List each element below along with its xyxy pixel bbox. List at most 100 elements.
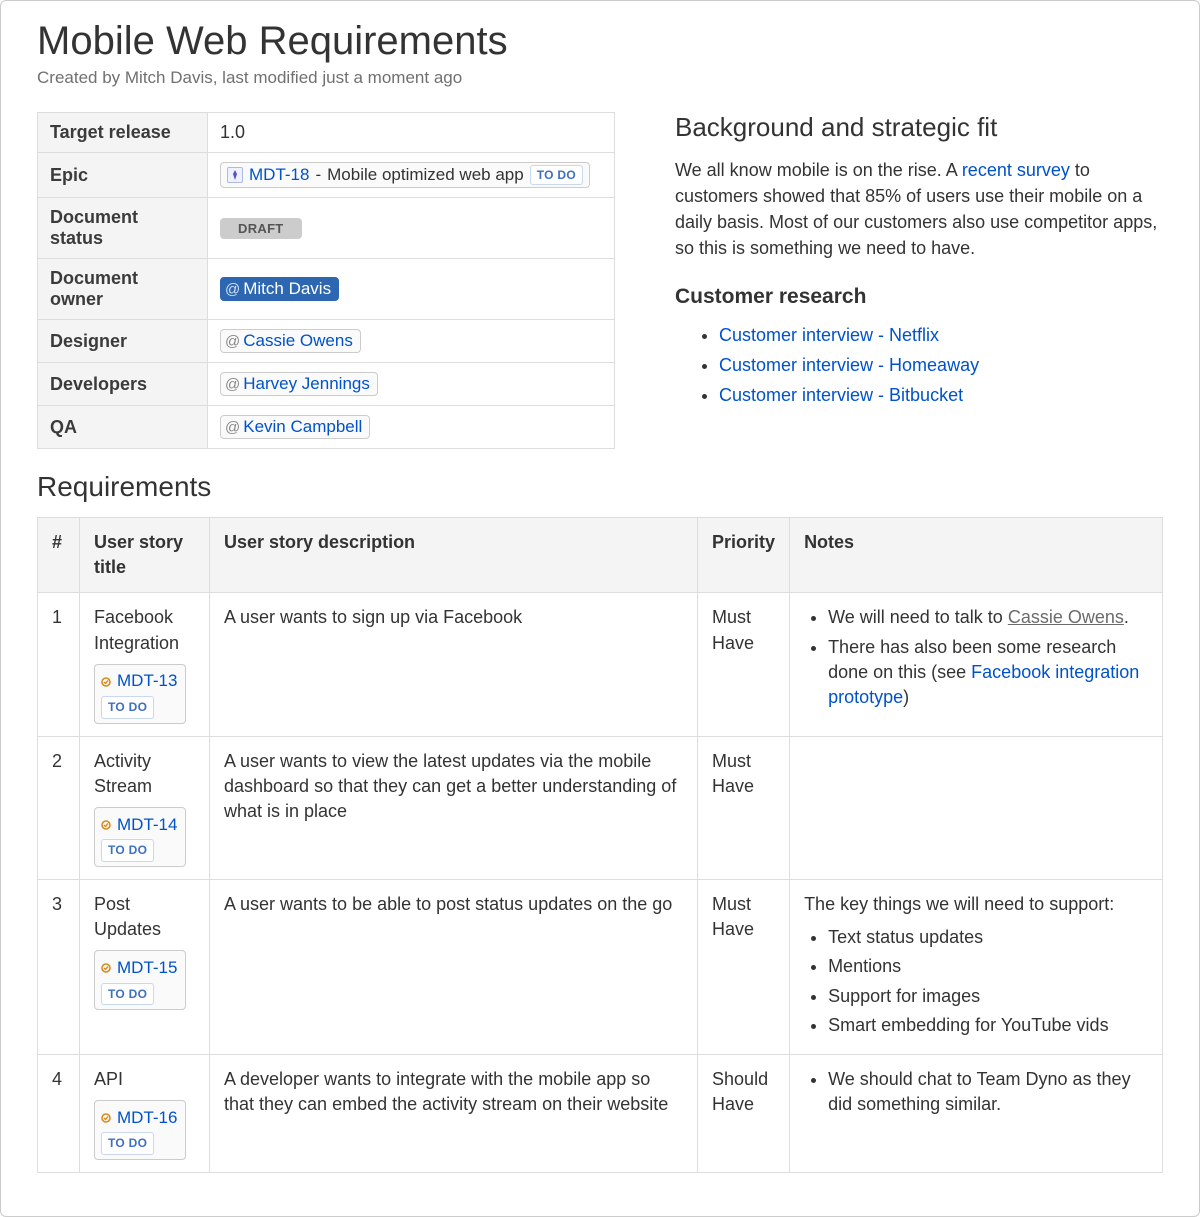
person-reference[interactable]: Cassie Owens [1008,607,1124,627]
research-link[interactable]: Customer interview - Homeaway [719,355,979,375]
story-key: MDT-14 [117,813,177,837]
meta-label-epic: Epic [38,153,208,198]
background-paragraph: We all know mobile is on the rise. A rec… [675,157,1163,261]
meta-value-developers: @ Harvey Jennings [208,363,615,406]
cell-desc: A user wants to sign up via Facebook [210,593,698,736]
list-item: Smart embedding for YouTube vids [828,1013,1148,1038]
cell-title: Activity Stream MDT-14TO DO [80,736,210,879]
cell-priority: Should Have [698,1055,790,1173]
story-title: Activity Stream [94,749,195,799]
meta-value-doc-owner: @ Mitch Davis [208,259,615,320]
list-item: We will need to talk to Cassie Owens. [828,605,1148,630]
meta-value-target-release: 1.0 [208,113,615,153]
meta-value-doc-status: DRAFT [208,198,615,259]
cell-title: API MDT-16TO DO [80,1055,210,1173]
at-icon: @ [225,419,240,436]
epic-summary: Mobile optimized web app [327,165,524,185]
survey-link[interactable]: recent survey [962,160,1070,180]
col-desc: User story description [210,518,698,593]
cell-notes: We should chat to Team Dyno as they did … [790,1055,1163,1173]
col-priority: Priority [698,518,790,593]
meta-label-designer: Designer [38,320,208,363]
meta-value-qa: @ Kevin Campbell [208,406,615,449]
list-item: Customer interview - Bitbucket [719,381,1163,411]
background-heading: Background and strategic fit [675,112,1163,143]
notes-list: Text status updates Mentions Support for i… [804,925,1148,1038]
notes-lead: The key things we will need to support: [804,892,1148,917]
story-issue-link[interactable]: MDT-14TO DO [94,807,186,867]
epic-dash: - [315,165,321,185]
col-notes: Notes [790,518,1163,593]
story-icon [101,669,111,694]
cell-notes [790,736,1163,879]
story-title: Facebook Integration [94,605,195,655]
cell-num: 1 [38,593,80,736]
epic-issue-link[interactable]: MDT-18 - Mobile optimized web app TO DO [220,162,590,188]
at-icon: @ [225,281,240,298]
developer-name: Harvey Jennings [243,374,370,394]
designer-name: Cassie Owens [243,331,353,351]
cell-num: 4 [38,1055,80,1173]
cell-priority: Must Have [698,880,790,1055]
meta-label-doc-status: Document status [38,198,208,259]
cell-priority: Must Have [698,736,790,879]
story-title: Post Updates [94,892,195,942]
list-item: Support for images [828,984,1148,1009]
meta-label-qa: QA [38,406,208,449]
story-issue-link[interactable]: MDT-13TO DO [94,664,186,724]
list-item: There has also been some research done o… [828,635,1148,711]
list-item: Mentions [828,954,1148,979]
byline: Created by Mitch Davis, last modified ju… [37,68,1163,88]
col-num: # [38,518,80,593]
table-row: 4 API MDT-16TO DO A developer wants to inte… [38,1055,1163,1173]
cell-title: Facebook Integration MDT-13TO DO [80,593,210,736]
cell-desc: A user wants to be able to post status u… [210,880,698,1055]
developer-mention[interactable]: @ Harvey Jennings [220,372,378,396]
status-draft-lozenge: DRAFT [220,218,302,239]
list-item: Customer interview - Netflix [719,321,1163,351]
meta-label-doc-owner: Document owner [38,259,208,320]
story-title: API [94,1067,195,1092]
meta-label-target-release: Target release [38,113,208,153]
research-list: Customer interview - Netflix Customer in… [675,321,1163,410]
story-icon [101,1105,111,1130]
cell-title: Post Updates MDT-15TO DO [80,880,210,1055]
research-link[interactable]: Customer interview - Netflix [719,325,939,345]
background-panel: Background and strategic fit We all know… [675,112,1163,410]
story-issue-link[interactable]: MDT-16TO DO [94,1100,186,1160]
table-row: 3 Post Updates MDT-15TO DO A user wants to … [38,880,1163,1055]
research-link[interactable]: Customer interview - Bitbucket [719,385,963,405]
owner-mention[interactable]: @ Mitch Davis [220,277,339,301]
notes-link[interactable]: Facebook integration prototype [828,662,1139,707]
designer-mention[interactable]: @ Cassie Owens [220,329,361,353]
epic-icon [227,167,243,183]
story-icon [101,812,111,837]
meta-table: Target release 1.0 Epic MDT-18 - Mobile … [37,112,615,449]
cell-num: 3 [38,880,80,1055]
cell-desc: A developer wants to integrate with the … [210,1055,698,1173]
cell-desc: A user wants to view the latest updates … [210,736,698,879]
research-heading: Customer research [675,285,1163,309]
requirements-heading: Requirements [37,471,1163,503]
epic-key: MDT-18 [249,165,309,185]
list-item: We should chat to Team Dyno as they did … [828,1067,1148,1117]
meta-value-designer: @ Cassie Owens [208,320,615,363]
story-status-lozenge: TO DO [101,1132,154,1155]
epic-status-lozenge: TO DO [530,165,583,185]
page: Mobile Web Requirements Created by Mitch… [0,0,1200,1217]
story-issue-link[interactable]: MDT-15TO DO [94,950,186,1010]
qa-mention[interactable]: @ Kevin Campbell [220,415,370,439]
cell-num: 2 [38,736,80,879]
col-title: User story title [80,518,210,593]
story-status-lozenge: TO DO [101,839,154,862]
at-icon: @ [225,333,240,350]
story-key: MDT-15 [117,956,177,980]
story-icon [101,955,111,980]
cell-notes: The key things we will need to support: T… [790,880,1163,1055]
list-item: Text status updates [828,925,1148,950]
table-row: 1 Facebook Integration MDT-13TO DO A user w… [38,593,1163,736]
at-icon: @ [225,376,240,393]
list-item: Customer interview - Homeaway [719,351,1163,381]
notes-list: We will need to talk to Cassie Owens. The… [804,605,1148,710]
top-columns: Target release 1.0 Epic MDT-18 - Mobile … [37,112,1163,449]
